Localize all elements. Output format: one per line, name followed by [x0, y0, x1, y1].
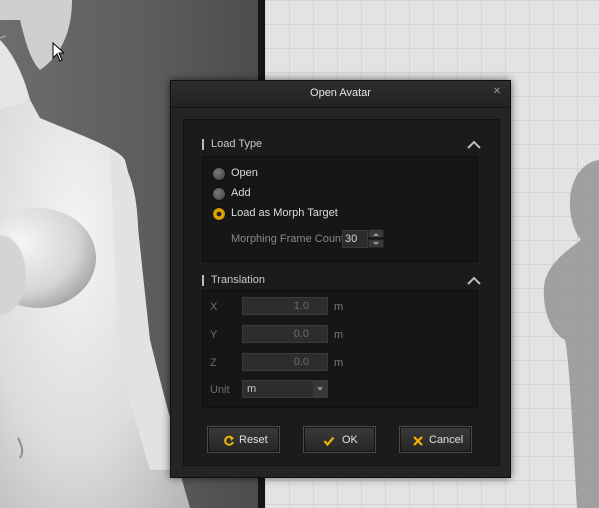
unit-dropdown-value: m — [247, 383, 257, 395]
mouse-cursor-icon — [52, 42, 64, 62]
dropdown-arrow[interactable] — [313, 381, 327, 397]
arrow-down-icon — [373, 242, 379, 245]
chevron-down-icon — [317, 387, 323, 391]
radio-morph-label: Load as Morph Target — [231, 207, 338, 219]
radio-morph-indicator[interactable] — [212, 207, 226, 221]
y-label: Y — [210, 329, 218, 341]
load-type-title: Load Type — [211, 138, 263, 150]
reset-button[interactable]: Reset — [207, 426, 280, 453]
section-marker — [202, 275, 204, 286]
z-input[interactable]: 0.0 — [242, 353, 328, 371]
radio-open-label: Open — [231, 167, 258, 179]
arrow-up-icon — [373, 233, 379, 236]
unit-dropdown[interactable]: m — [242, 380, 328, 398]
y-unit: m — [334, 329, 344, 341]
z-label: Z — [210, 357, 217, 369]
dialog-title: Open Avatar — [310, 87, 371, 99]
radio-add-label: Add — [231, 187, 251, 199]
x-unit: m — [334, 301, 344, 313]
close-icon[interactable]: ✕ — [490, 85, 504, 99]
ok-button-label: OK — [342, 434, 358, 446]
load-type-header: Load Type — [190, 136, 490, 154]
z-unit: m — [334, 357, 344, 369]
radio-add-indicator[interactable] — [212, 187, 226, 201]
y-input[interactable]: 0.0 — [242, 325, 328, 343]
translation-title: Translation — [211, 274, 266, 286]
morphing-frame-count-label: Morphing Frame Count — [231, 233, 345, 245]
cancel-x-icon — [413, 436, 423, 446]
section-marker — [202, 139, 204, 150]
x-label: X — [210, 301, 218, 313]
frame-count-spinner[interactable] — [368, 229, 384, 249]
spin-down-button[interactable] — [368, 239, 384, 248]
reset-button-label: Reset — [239, 434, 268, 446]
cancel-button-label: Cancel — [429, 434, 464, 446]
morphing-frame-count-input[interactable]: 30 — [342, 230, 368, 248]
dialog-titlebar[interactable]: Open Avatar ✕ — [171, 81, 510, 108]
ok-button[interactable]: OK — [303, 426, 376, 453]
spin-up-button[interactable] — [368, 229, 384, 238]
collapse-chevron-icon[interactable] — [466, 138, 482, 150]
cancel-button[interactable]: Cancel — [399, 426, 472, 453]
collapse-chevron-icon[interactable] — [466, 274, 482, 286]
checkmark-icon — [323, 436, 335, 447]
x-input[interactable]: 1.0 — [242, 297, 328, 315]
reset-icon — [224, 435, 234, 446]
translation-header: Translation — [190, 272, 490, 290]
unit-label: Unit — [210, 384, 230, 396]
radio-open-indicator[interactable] — [212, 167, 226, 181]
